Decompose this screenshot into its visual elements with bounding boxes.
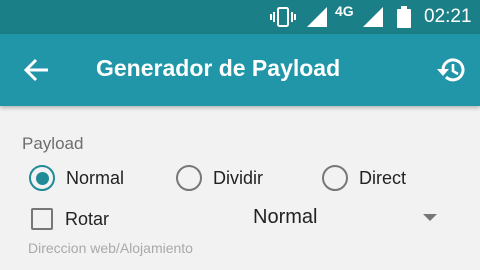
network-type-label: 4G [335, 3, 354, 19]
rotar-label: Rotar [65, 208, 110, 229]
vibrate-icon [270, 7, 296, 27]
radio-label: Normal [66, 167, 125, 188]
arrow-back-icon[interactable] [22, 56, 52, 84]
radio-dot [35, 171, 49, 185]
method-dropdown[interactable]: Normal [250, 204, 445, 234]
status-time: 02:21 [424, 6, 472, 27]
radio-direct[interactable]: Direct [322, 163, 406, 193]
radio-circle [29, 165, 55, 191]
app-toolbar: Generador de Payload [0, 34, 480, 106]
page-title: Generador de Payload [96, 55, 341, 81]
radio-label: Dividir [213, 167, 264, 188]
dropdown-arrow-icon [423, 214, 437, 221]
history-icon[interactable] [435, 54, 467, 86]
status-bar: 4G 02:21 [0, 0, 480, 34]
signal-icon [363, 7, 383, 27]
radio-dividir[interactable]: Dividir [176, 163, 263, 193]
battery-icon [397, 6, 411, 28]
radio-circle [176, 165, 202, 191]
radio-label: Direct [359, 167, 407, 188]
payload-form: Payload Normal Dividir Direct Rotar Norm… [0, 106, 480, 270]
checkbox-box [31, 208, 53, 230]
host-field-hint: Direccion web/Alojamiento [28, 240, 193, 256]
radio-circle [322, 165, 348, 191]
method-dropdown-value: Normal [253, 206, 318, 228]
rotar-checkbox[interactable]: Rotar [31, 206, 109, 232]
radio-normal[interactable]: Normal [29, 163, 124, 193]
signal-icon [307, 7, 327, 27]
payload-section-label: Payload [22, 134, 84, 153]
